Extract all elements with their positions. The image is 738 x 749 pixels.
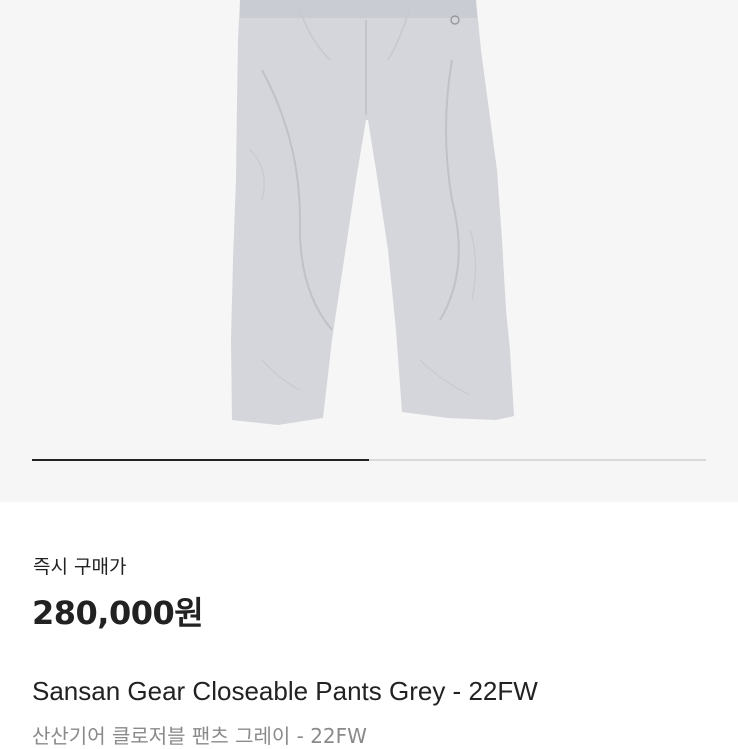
- product-subtitle: 산산기어 클로저블 팬츠 그레이 - 22FW: [32, 724, 367, 748]
- pants-body: [231, 0, 514, 425]
- image-progress-fill: [32, 459, 369, 461]
- price-value: 280,000원: [32, 594, 204, 632]
- image-progress-track: [32, 459, 706, 461]
- product-title: Sansan Gear Closeable Pants Grey - 22FW: [32, 676, 538, 706]
- product-image-gallery[interactable]: [0, 0, 738, 502]
- instant-buy-price-label: 즉시 구매가: [33, 556, 127, 578]
- product-image: [231, 0, 514, 425]
- product-info: 즉시 구매가 280,000원 Sansan Gear Closeable Pa…: [0, 502, 738, 748]
